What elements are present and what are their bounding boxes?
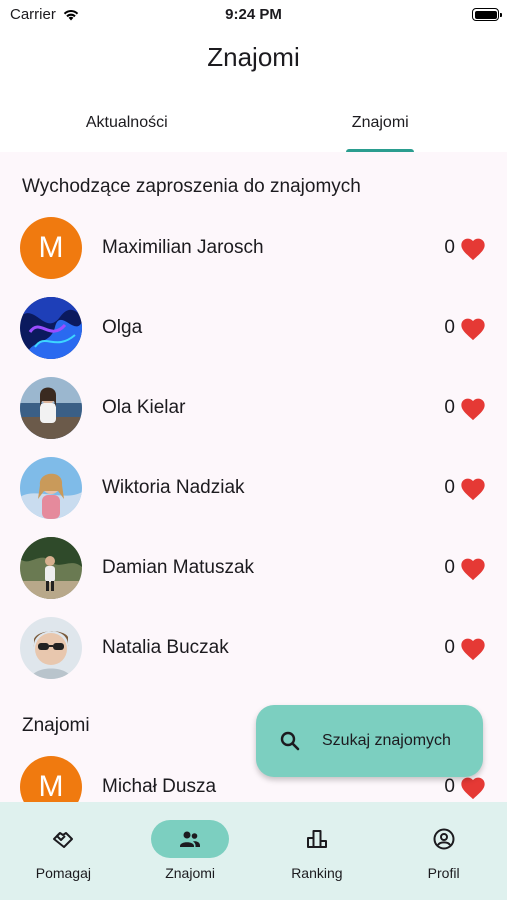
avatar: M <box>20 756 82 802</box>
status-time: 9:24 PM <box>225 6 282 23</box>
list-item[interactable]: Ola Kielar 0 <box>0 368 507 448</box>
user-name: Michał Dusza <box>102 776 217 797</box>
tab-bar: Aktualności Znajomi <box>0 100 507 152</box>
nav-item-znajomi[interactable]: Znajomi <box>127 802 254 900</box>
likes-count: 0 <box>444 477 455 498</box>
avatar-initial: M <box>38 231 64 264</box>
likes-count: 0 <box>444 317 455 338</box>
friends-section-title: Znajomi <box>22 715 90 736</box>
avatar-photo <box>20 457 82 519</box>
heart-icon[interactable] <box>459 555 487 581</box>
handshake-icon <box>53 832 74 848</box>
nav-item-profil[interactable]: Profil <box>380 802 507 900</box>
list-item[interactable]: M Maximilian Jarosch 0 <box>0 208 507 288</box>
heart-icon[interactable] <box>459 315 487 341</box>
likes-count: 0 <box>444 237 455 258</box>
avatar <box>20 297 82 359</box>
user-name: Maximilian Jarosch <box>102 237 264 258</box>
account-circle-icon <box>433 828 455 850</box>
user-name: Damian Matuszak <box>102 557 255 578</box>
avatar-photo <box>20 537 82 599</box>
nav-label: Pomagaj <box>35 865 91 881</box>
avatar-photo <box>20 297 82 359</box>
nav-item-ranking[interactable]: Ranking <box>254 802 381 900</box>
likes-count: 0 <box>444 557 455 578</box>
avatar-initial: M <box>38 770 64 802</box>
tab-label: Aktualności <box>85 114 168 131</box>
heart-icon[interactable] <box>459 475 487 501</box>
bottom-navigation: Pomagaj Znajomi Ranking Profil <box>0 802 507 900</box>
user-name: Natalia Buczak <box>102 637 229 658</box>
likes-count: 0 <box>444 776 455 797</box>
battery-icon <box>472 8 502 21</box>
search-friends-button[interactable]: Szukaj znajomych <box>256 705 483 777</box>
tab-znajomi[interactable]: Znajomi <box>254 100 507 152</box>
heart-icon[interactable] <box>459 635 487 661</box>
avatar <box>20 537 82 599</box>
status-bar: Carrier 9:24 PM <box>0 0 507 28</box>
leaderboard-icon <box>306 830 327 848</box>
user-name: Ola Kielar <box>102 397 186 418</box>
heart-icon[interactable] <box>459 235 487 261</box>
avatar <box>20 377 82 439</box>
people-icon <box>180 831 201 847</box>
avatar-photo <box>20 617 82 679</box>
list-item[interactable]: Wiktoria Nadziak 0 <box>0 448 507 528</box>
outgoing-invitations-title: Wychodzące zaproszenia do znajomych <box>22 176 361 197</box>
likes-count: 0 <box>444 637 455 658</box>
list-item[interactable]: Damian Matuszak 0 <box>0 528 507 608</box>
tab-aktualnosci[interactable]: Aktualności <box>0 100 254 152</box>
avatar <box>20 457 82 519</box>
heart-icon[interactable] <box>459 774 487 800</box>
avatar: M <box>20 217 82 279</box>
avatar-photo <box>20 377 82 439</box>
avatar <box>20 617 82 679</box>
user-name: Wiktoria Nadziak <box>102 477 245 498</box>
nav-label: Ranking <box>291 865 343 881</box>
nav-label: Profil <box>427 865 460 881</box>
nav-item-pomagaj[interactable]: Pomagaj <box>0 802 127 900</box>
nav-label: Znajomi <box>165 865 216 881</box>
likes-count: 0 <box>444 397 455 418</box>
page-title: Znajomi <box>207 42 300 72</box>
heart-icon[interactable] <box>459 395 487 421</box>
search-friends-label: Szukaj znajomych <box>322 732 451 749</box>
list-item[interactable]: Olga 0 <box>0 288 507 368</box>
tab-label: Znajomi <box>351 114 409 131</box>
list-item[interactable]: Natalia Buczak 0 <box>0 608 507 688</box>
user-name: Olga <box>102 317 143 338</box>
search-icon <box>280 731 300 751</box>
